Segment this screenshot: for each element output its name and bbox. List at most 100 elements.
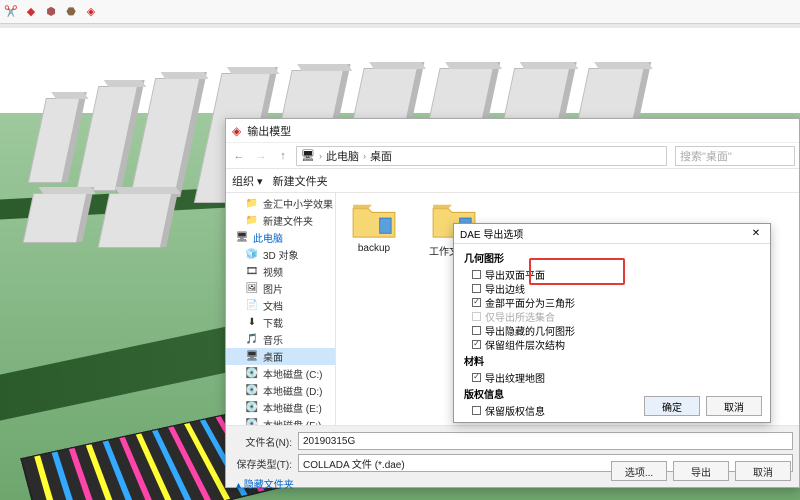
search-placeholder: 搜索"桌面" [680,148,732,164]
tree-item[interactable]: 🖥 此电脑 [226,229,335,246]
folder-icon: 🎵 [246,334,258,346]
app-toolbar: ✂️ ◆ ⬢ ⬣ ◈ [0,0,800,24]
pc-icon: 🖥 [301,149,315,162]
close-icon[interactable]: ✕ [748,228,764,239]
tree-item[interactable]: 🎞 视频 [226,263,335,280]
highlight-box [529,258,625,285]
checkbox-icon [472,284,481,293]
dialog-navbar: ← → ↑ 🖥 › 此电脑 › 桌面 搜索"桌面" [226,143,799,169]
tree-label: 音乐 [263,332,283,347]
dialog-toolbar: 组织 ▾ 新建文件夹 [226,169,799,193]
tree-label: 本地磁盘 (F:) [263,417,321,425]
new-folder-button[interactable]: 新建文件夹 [273,173,328,189]
folder-icon: 💽 [246,402,258,414]
dialog-title: 输出模型 [247,123,291,139]
tree-item[interactable]: 🧊 3D 对象 [226,246,335,263]
folder-icon: 🎞 [246,266,258,278]
tree-item[interactable]: 📁 新建文件夹 [226,212,335,229]
checkbox-row[interactable]: ✓导出纹理地图 [464,370,760,384]
folder-icon: 💽 [246,368,258,380]
organize-menu[interactable]: 组织 ▾ [232,173,263,189]
scissors-icon[interactable]: ✂️ [4,5,18,19]
folder-icon: 🖥 [236,232,248,244]
tree-label: 视频 [263,264,283,279]
folder-icon: 💽 [246,419,258,426]
tree-item[interactable]: 🖥桌面 [226,348,335,365]
folder-icon [351,201,397,239]
tree-item[interactable]: 💽 本地磁盘 (D:) [226,382,335,399]
ruby-icon[interactable]: ◈ [84,5,98,19]
checkbox-icon [472,326,481,335]
cancel-button[interactable]: 取消 [706,396,762,416]
ok-button[interactable]: 确定 [644,396,700,416]
checkbox-row[interactable]: ✓ 保留组件层次结构 [464,337,760,351]
checkbox-icon: ✓ [472,298,481,307]
tree-item[interactable]: 💽 本地磁盘 (E:) [226,399,335,416]
checkbox-label: 导出边线 [485,281,525,296]
cube-icon[interactable]: ⬣ [64,5,78,19]
tree-item[interactable]: 📄 文档 [226,297,335,314]
folder-icon: 📄 [246,300,258,312]
nav-up-icon[interactable]: ↑ [274,147,292,165]
tree-item[interactable]: 📁 金汇中小学效果 [226,195,335,212]
options-titlebar: DAE 导出选项 ✕ [454,224,770,244]
folder-icon: 💽 [246,385,258,397]
box-icon[interactable]: ⬢ [44,5,58,19]
tree-item[interactable]: 🖼 图片 [226,280,335,297]
tree-label: 此电脑 [253,230,283,245]
checkbox-label: 仅导出所选集合 [485,309,555,324]
path-seg[interactable]: 桌面 [370,148,392,164]
folder-icon: 📁 [246,215,258,227]
tree-item[interactable]: ⬇下载 [226,314,335,331]
app-icon: ◈ [232,124,241,138]
checkbox-icon: ✓ [472,340,481,349]
search-input[interactable]: 搜索"桌面" [675,146,795,166]
tree-label: 本地磁盘 (E:) [263,400,322,415]
checkbox-label: 保留组件层次结构 [485,337,565,352]
nav-forward-icon[interactable]: → [252,147,270,165]
tree-label: 本地磁盘 (C:) [263,366,322,381]
nav-back-icon[interactable]: ← [230,147,248,165]
tree-item[interactable]: 💽 本地磁盘 (F:) [226,416,335,425]
checkbox-row[interactable]: 导出隐藏的几何图形 [464,323,760,337]
checkbox-row: 仅导出所选集合 [464,309,760,323]
filename-input[interactable]: 20190315G [298,432,793,450]
folder-icon: ⬇ [246,317,258,329]
checkbox-label: 保留版权信息 [485,403,545,418]
tree-label: 文档 [263,298,283,313]
tree-label: 3D 对象 [263,247,299,262]
breadcrumb[interactable]: 🖥 › 此电脑 › 桌面 [296,146,667,166]
tree-label: 本地磁盘 (D:) [263,383,322,398]
chevron-right-icon: › [363,151,366,161]
folder-icon: 🖼 [246,283,258,295]
cancel-button[interactable]: 取消 [735,461,791,481]
checkbox-label: 导出隐藏的几何图形 [485,323,575,338]
folder-item[interactable]: backup [344,201,404,254]
path-seg[interactable]: 此电脑 [326,148,359,164]
checkbox-icon [472,312,481,321]
hide-folders-toggle[interactable]: ▴ 隐藏文件夹 [236,480,294,491]
diamond-icon[interactable]: ◆ [24,5,38,19]
options-button[interactable]: 选项... [611,461,667,481]
tree-label: 图片 [263,281,283,296]
folder-icon: 🧊 [246,249,258,261]
checkbox-row[interactable]: ✓ 金部平面分为三角形 [464,295,760,309]
tree-label: 金汇中小学效果 [263,196,333,211]
checkbox-icon [472,270,481,279]
dialog-titlebar: ◈ 输出模型 [226,119,799,143]
filename-label: 文件名(N): [232,434,292,449]
tree-item[interactable]: 💽 本地磁盘 (C:) [226,365,335,382]
tree-label: 新建文件夹 [263,213,313,228]
folder-icon: 🖥 [246,351,258,363]
folder-tree[interactable]: 📁金汇中小学效果📁新建文件夹🖥此电脑🧊3D 对象🎞视频🖼图片📄文档⬇下载🎵音乐🖥… [226,193,336,425]
save-button[interactable]: 导出 [673,461,729,481]
folder-icon: 📁 [246,198,258,210]
dialog-buttons: 选项... 导出 取消 [611,461,791,481]
toolbar-divider [0,24,800,28]
checkbox-icon [472,406,481,415]
dae-options-dialog: DAE 导出选项 ✕ 几何图形导出双面平面导出边线✓金部平面分为三角形仅导出所选… [453,223,771,423]
checkbox-label: 金部平面分为三角形 [485,295,575,310]
folder-label: backup [358,243,390,254]
filetype-label: 保存类型(T): [232,456,292,471]
tree-item[interactable]: 🎵 音乐 [226,331,335,348]
